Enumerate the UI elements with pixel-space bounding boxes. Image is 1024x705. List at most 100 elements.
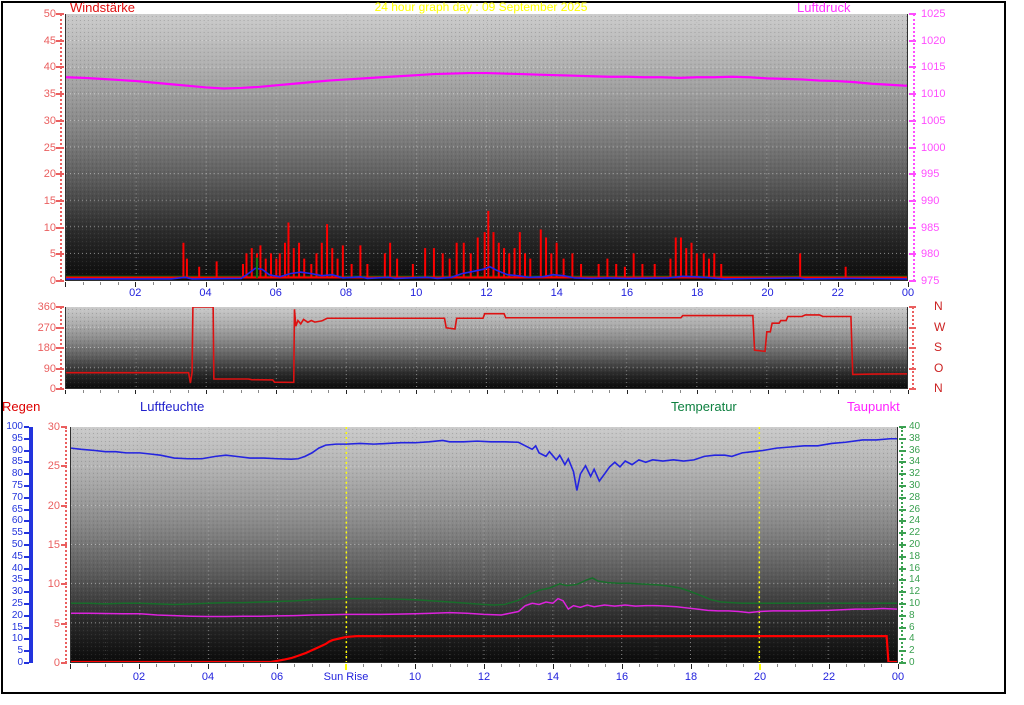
- wind-axis-tick-label: 50: [43, 8, 56, 20]
- axis-tick: [909, 253, 916, 256]
- axis-tick: [899, 461, 906, 464]
- x-axis-hour-label: 12: [477, 671, 491, 683]
- axis-tick: [899, 614, 906, 617]
- x-axis-tick: [397, 664, 399, 667]
- axis-tick: [899, 567, 906, 570]
- x-axis-tick: [539, 282, 541, 285]
- humidity-axis-tick-label: 0: [17, 657, 23, 668]
- x-axis-tick: [673, 664, 675, 667]
- x-axis-tick: [187, 390, 189, 393]
- x-axis-tick: [802, 282, 804, 285]
- x-axis-tick: [484, 664, 485, 669]
- temperature-axis-tick-label: 2: [909, 645, 915, 657]
- direction-axis-tick-label: 90: [43, 362, 56, 375]
- axis-tick: [24, 426, 29, 428]
- x-axis-tick: [152, 390, 154, 393]
- axis-tick: [61, 426, 67, 428]
- x-axis-tick: [749, 390, 751, 393]
- rain-axis-tick-label: 15: [47, 539, 60, 551]
- axis-tick: [24, 473, 29, 476]
- humidity-axis-tick-label: 60: [11, 515, 23, 527]
- x-axis-tick: [535, 664, 537, 667]
- wind-axis-tick-label: 15: [43, 194, 56, 207]
- x-axis-tick: [820, 282, 822, 285]
- pressure-axis-tick-label: 980: [921, 248, 940, 261]
- x-axis-tick: [855, 282, 857, 285]
- x-axis-tick: [767, 390, 769, 394]
- x-axis-tick: [121, 664, 123, 667]
- sun-mark-tick: [759, 664, 761, 670]
- temperature-axis-tick-label: 10: [909, 598, 921, 609]
- x-axis-tick: [679, 390, 681, 393]
- humidity-axis-tick-label: 100: [6, 421, 23, 432]
- humidity-axis-tick-label: 40: [11, 562, 23, 574]
- x-axis-tick: [190, 664, 192, 667]
- wind-strength-label: Windstärke: [70, 0, 136, 15]
- direction-axis-tick-label: 0: [49, 383, 56, 395]
- temperature-axis-tick-label: 32: [909, 468, 921, 480]
- axis-tick: [24, 520, 29, 523]
- axis-tick: [899, 650, 906, 653]
- direction-axis-tick-label: 270: [37, 321, 56, 334]
- x-axis-tick: [732, 390, 734, 393]
- temperature-axis-tick-label: 0: [909, 657, 915, 668]
- x-axis-tick: [398, 282, 400, 285]
- x-axis-tick: [433, 282, 435, 285]
- humidity-axis-tick-label: 55: [11, 527, 23, 539]
- x-axis-hour-label: 08: [339, 287, 353, 299]
- humidity-axis-tick-label: 45: [11, 550, 23, 562]
- humidity-axis-tick-label: 10: [11, 633, 23, 645]
- axis-tick: [909, 326, 916, 329]
- axis-tick: [899, 638, 906, 641]
- x-axis-tick: [679, 282, 681, 285]
- x-axis-hour-label: 02: [132, 671, 146, 683]
- wind-axis-tick-label: 20: [43, 168, 56, 181]
- axis-tick: [24, 591, 29, 594]
- humidity-axis-tick-label: 20: [11, 609, 23, 621]
- pressure-axis-tick-label: 1015: [921, 61, 946, 74]
- axis-tick: [909, 66, 916, 69]
- x-axis-tick: [697, 390, 699, 394]
- x-axis-tick: [802, 390, 804, 393]
- x-axis-tick: [785, 282, 787, 285]
- humidity-axis-tick-label: 30: [11, 586, 23, 598]
- x-axis-tick: [240, 390, 242, 393]
- x-axis-tick: [223, 390, 225, 393]
- x-axis-tick: [205, 390, 207, 394]
- x-axis-hour-label: 06: [270, 671, 284, 683]
- pressure-axis-tick-label: 990: [921, 194, 940, 207]
- humidity-axis-tick-label: 95: [11, 432, 23, 444]
- x-axis-tick: [908, 390, 909, 394]
- x-axis-tick: [890, 390, 892, 393]
- x-axis-tick: [898, 664, 899, 669]
- x-axis-tick: [294, 664, 296, 667]
- axis-tick: [56, 146, 64, 149]
- x-axis-tick: [240, 282, 242, 285]
- axis-tick: [899, 485, 906, 487]
- x-axis-tick: [872, 282, 874, 285]
- axis-tick: [899, 579, 906, 582]
- x-axis-tick: [539, 390, 541, 393]
- x-axis-tick: [82, 282, 84, 285]
- rain-axis-tick-label: 20: [47, 499, 60, 512]
- x-axis-tick: [449, 664, 451, 667]
- compass-letter: N: [934, 299, 943, 313]
- axis-tick: [909, 367, 916, 370]
- x-axis-tick: [656, 664, 658, 667]
- x-axis-tick: [258, 390, 260, 393]
- direction-axis-tick-label: 180: [37, 342, 56, 354]
- x-axis-tick: [117, 390, 119, 393]
- axis-tick: [24, 461, 29, 464]
- compass-letter: O: [934, 360, 944, 375]
- x-axis-tick: [328, 390, 330, 393]
- x-axis-tick: [346, 390, 347, 394]
- axis-tick: [899, 508, 906, 511]
- x-axis-tick: [468, 282, 470, 285]
- x-axis-tick: [890, 282, 892, 285]
- x-axis-tick: [604, 664, 606, 667]
- axis-tick: [899, 544, 906, 546]
- temperature-axis-tick-label: 22: [909, 527, 921, 539]
- x-axis-hour-label: 00: [891, 671, 905, 683]
- pressure-axis-tick-label: 975: [921, 275, 940, 287]
- axis-tick: [909, 39, 916, 42]
